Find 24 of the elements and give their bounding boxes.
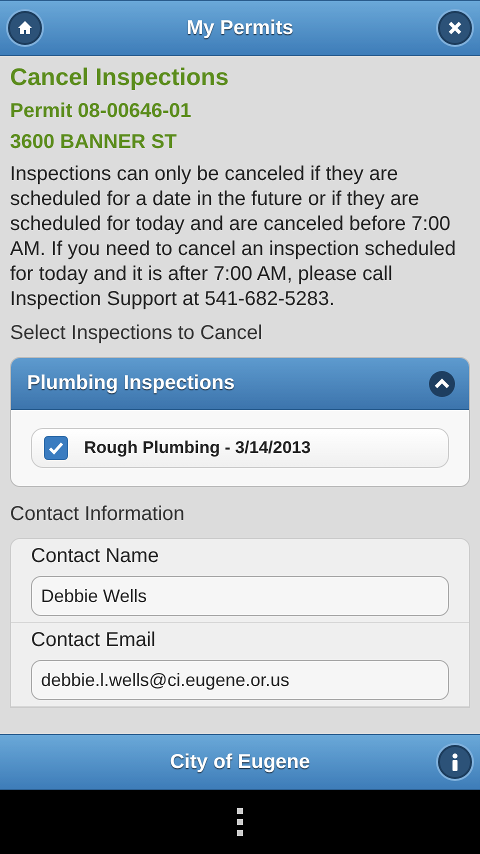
home-icon	[17, 20, 33, 36]
field-label: Contact Name	[31, 545, 160, 568]
info-icon	[450, 753, 459, 771]
inspection-checkbox[interactable]: Rough Plumbing - 3/14/2013	[31, 428, 449, 468]
input-field[interactable]: debbie.l.wells@ci.eugene.or.us	[31, 660, 449, 700]
page-title: Cancel Inspections	[10, 64, 230, 92]
field-label: Contact Email	[31, 629, 156, 652]
check-icon	[48, 440, 64, 456]
section-label: Contact Information	[10, 503, 186, 526]
close-icon	[447, 20, 463, 36]
permit-number: Permit 08-00646-01	[10, 100, 192, 123]
cancel-notice: Inspections can only be canceled if they are scheduled for a date in the future or if they are scheduled for today and are canceled before 7:00 AM. If you need to cancel an inspection scheduled for today and it is after 7:00 AM, please call Inspection Support at 541-682-5283.	[10, 162, 457, 312]
input-field[interactable]: Debbie Wells	[31, 576, 449, 616]
section-label: Select Inspections to Cancel	[10, 322, 264, 345]
info-button[interactable]	[438, 745, 472, 779]
close-button[interactable]	[438, 11, 472, 45]
permit-address: 3600 BANNER ST	[10, 131, 178, 154]
home-button[interactable]	[8, 11, 42, 45]
checkbox[interactable]	[44, 436, 68, 460]
collapse-icon	[429, 370, 455, 396]
footer-title: City of Eugene	[170, 750, 310, 774]
collapsible-header[interactable]: Plumbing Inspections	[11, 358, 469, 410]
header-title: My Permits	[186, 16, 294, 40]
menu-icon[interactable]	[237, 808, 243, 836]
